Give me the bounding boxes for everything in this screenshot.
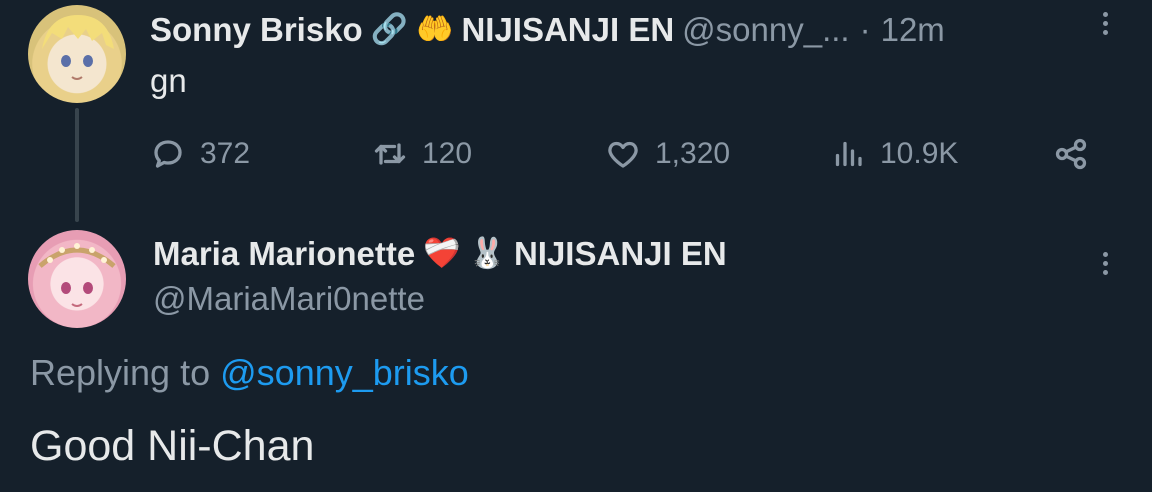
- author-org[interactable]: NIJISANJI EN: [461, 11, 674, 49]
- reply-text: Good Nii-Chan: [30, 422, 315, 470]
- retweet-icon: [374, 143, 406, 165]
- like-count: 1,320: [655, 137, 731, 170]
- replying-to: Replying to @sonny_brisko: [30, 352, 469, 394]
- tweet-actions: 372 120 1,320 10.9K: [150, 132, 1100, 176]
- tweet-time[interactable]: 12m: [881, 11, 945, 49]
- reply-icon: [154, 140, 182, 168]
- more-icon[interactable]: [1101, 12, 1109, 39]
- replying-prefix: Replying to: [30, 352, 211, 393]
- thread-line: [75, 108, 79, 222]
- retweet-button[interactable]: 120: [372, 132, 472, 176]
- views-icon: [835, 141, 862, 167]
- avatar-maria[interactable]: [28, 230, 126, 328]
- avatar-sonny[interactable]: [28, 5, 126, 103]
- reply-header: Maria Marionette ❤️‍🩹 🐰 NIJISANJI EN: [153, 232, 727, 276]
- share-button[interactable]: [1053, 132, 1089, 176]
- reply-button[interactable]: 372: [150, 132, 250, 176]
- author-name[interactable]: Sonny Brisko: [150, 11, 363, 49]
- like-icon: [608, 141, 638, 168]
- reply-author-name[interactable]: Maria Marionette: [153, 235, 415, 273]
- retweet-count: 120: [422, 137, 473, 170]
- hands-emoji-icon: 🤲: [416, 13, 454, 46]
- views-button[interactable]: 10.9K: [830, 132, 958, 176]
- author-handle[interactable]: @sonny_...: [682, 11, 849, 49]
- reply-author-handle[interactable]: @MariaMari0nette: [153, 280, 425, 318]
- tweet-text: gn: [150, 62, 187, 99]
- reply-author-org[interactable]: NIJISANJI EN: [514, 235, 727, 273]
- tweet-header: Sonny Brisko 🔗 🤲 NIJISANJI EN @sonny_...…: [150, 8, 945, 52]
- reply-count: 372: [200, 137, 251, 170]
- time-separator: ·: [859, 11, 871, 48]
- rabbit-emoji-icon: 🐰: [468, 237, 506, 270]
- link-emoji-icon: 🔗: [370, 13, 409, 46]
- reply-more-icon[interactable]: [1101, 252, 1109, 279]
- avatar-sonny-image: [42, 15, 114, 80]
- views-count: 10.9K: [880, 137, 959, 170]
- avatar-maria-image: [38, 243, 116, 307]
- mending-heart-emoji-icon: ❤️‍🩹: [423, 237, 461, 270]
- like-button[interactable]: 1,320: [605, 132, 730, 176]
- share-icon: [1055, 138, 1087, 170]
- replying-handle-link[interactable]: @sonny_brisko: [220, 352, 469, 393]
